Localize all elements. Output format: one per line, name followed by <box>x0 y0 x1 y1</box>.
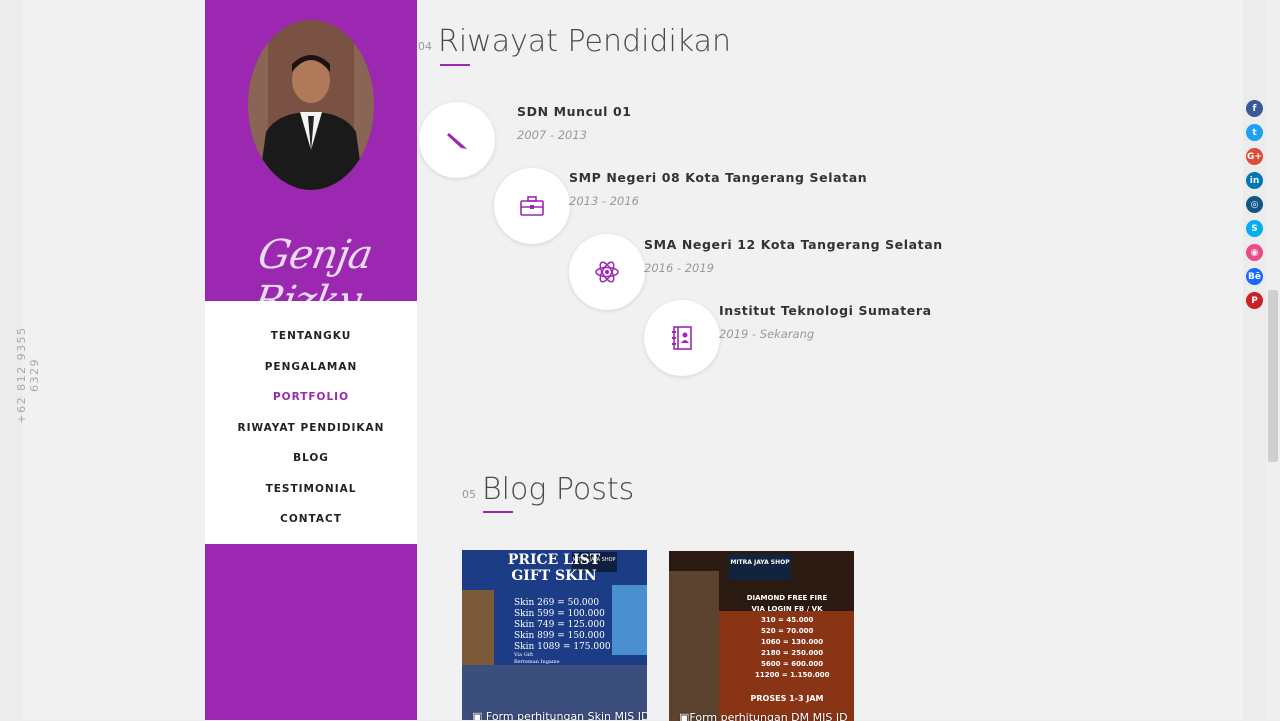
post-1-caption[interactable]: ▣ Form perhitungan Skin MIS ID <box>472 710 647 720</box>
edu-2-icon-circle <box>494 168 570 244</box>
post-1-footer-1: Via Gift <box>513 652 533 658</box>
google-plus-icon[interactable]: G+ <box>1246 148 1263 165</box>
edu-4-years: 2019 - Sekarang <box>719 327 815 341</box>
post-2-line-1: 310 = 45.000 <box>761 616 813 624</box>
education-title-underline <box>440 64 470 66</box>
edu-1-years: 2007 - 2013 <box>517 128 587 142</box>
post-2-line-4: 2180 = 250.000 <box>761 649 823 657</box>
edu-4-icon-circle <box>644 300 720 376</box>
post-2-image-title-1: DIAMOND FREE FIRE <box>747 594 828 602</box>
contact-book-icon <box>672 326 692 350</box>
post-1-line-3: Skin 749 = 125.000 <box>514 620 605 630</box>
edu-1-name: SDN Muncul 01 <box>517 104 632 119</box>
facebook-icon[interactable]: f <box>1246 100 1263 117</box>
education-heading: 04 Riwayat Pendidikan <box>418 24 732 66</box>
post-1-image-title-1: PRICE LIST <box>508 552 601 568</box>
blog-title-underline <box>483 511 513 513</box>
edu-3-years: 2016 - 2019 <box>644 261 714 275</box>
nav-item-pengalaman: PENGALAMAN <box>205 355 417 386</box>
blog-post-image: MITRA JAYA SHOP PRICE LIST GIFT SKIN Ski… <box>462 550 647 720</box>
twitter-icon[interactable]: t <box>1246 124 1263 141</box>
instagram-icon[interactable]: ◎ <box>1246 196 1263 213</box>
social-links: f t G+ in ◎ S ◉ Bē P <box>1246 100 1264 316</box>
edu-2-name: SMP Negeri 08 Kota Tangerang Selatan <box>569 170 868 185</box>
post-1-line-2: Skin 599 = 100.000 <box>514 609 605 619</box>
nav-item-tentangku: TENTANGKU <box>205 324 417 355</box>
post-2-badge: MITRA JAYA SHOP <box>730 559 790 566</box>
pencil-icon <box>447 133 467 149</box>
blog-post-card[interactable]: MITRA JAYA SHOP DIAMOND FREE FIRE VIA LO… <box>669 551 854 721</box>
edu-1-icon-circle <box>419 102 495 178</box>
linkedin-icon[interactable]: in <box>1246 172 1263 189</box>
blog-post-image: MITRA JAYA SHOP DIAMOND FREE FIRE VIA LO… <box>669 551 854 721</box>
edu-3-icon-circle <box>569 234 645 310</box>
education-title: Riwayat Pendidikan <box>438 24 732 59</box>
calendar-icon: ▣ <box>472 710 486 720</box>
post-1-line-5: Skin 1089 = 175.000 <box>514 642 611 652</box>
briefcase-icon <box>520 196 544 216</box>
nav-link-riwayat-pendidikan[interactable]: RIWAYAT PENDIDIKAN <box>238 422 385 434</box>
post-1-caption-text: Form perhitungan Skin MIS ID <box>485 710 647 720</box>
blog-section-number: 05 <box>462 488 476 501</box>
post-1-image-title-2: GIFT SKIN <box>511 568 597 584</box>
nav-link-contact[interactable]: CONTACT <box>280 513 342 525</box>
post-2-footer-1: PROSES 1-3 JAM <box>751 694 824 703</box>
edu-4-name: Institut Teknologi Sumatera <box>719 303 932 318</box>
post-2-line-3: 1060 = 130.000 <box>761 638 823 646</box>
education-section-number: 04 <box>418 40 432 53</box>
blog-post-card[interactable]: MITRA JAYA SHOP PRICE LIST GIFT SKIN Ski… <box>462 550 647 720</box>
nav-link-blog[interactable]: BLOG <box>293 452 329 464</box>
scrollbar-thumb[interactable] <box>1268 290 1278 462</box>
nav-item-riwayat-pendidikan: RIWAYAT PENDIDIKAN <box>205 416 417 447</box>
post-1-line-1: Skin 269 = 50.000 <box>514 598 599 608</box>
edu-2-years: 2013 - 2016 <box>569 194 639 208</box>
nav-link-portfolio[interactable]: PORTFOLIO <box>273 391 349 403</box>
post-2-line-2: 520 = 70.000 <box>761 627 813 635</box>
nav-link-tentangku[interactable]: TENTANGKU <box>271 330 351 342</box>
pinterest-icon[interactable]: P <box>1246 292 1263 309</box>
skype-icon[interactable]: S <box>1246 220 1263 237</box>
post-2-line-5: 5600 = 600.000 <box>761 660 823 668</box>
blog-title: Blog Posts <box>482 472 635 507</box>
sidebar: Genja Rizky TENTANGKU PENGALAMAN PORTFOL… <box>205 0 417 720</box>
post-1-line-4: Skin 899 = 150.000 <box>514 631 605 641</box>
post-2-line-6: 11200 = 1.150.000 <box>755 671 830 679</box>
edu-3-name: SMA Negeri 12 Kota Tangerang Selatan <box>644 237 943 252</box>
blog-heading: 05 Blog Posts <box>462 472 635 513</box>
dribbble-icon[interactable]: ◉ <box>1246 244 1263 261</box>
avatar <box>248 20 374 190</box>
avatar-photo <box>248 20 374 190</box>
nav-link-testimonial[interactable]: TESTIMONIAL <box>266 483 357 495</box>
nav-item-blog: BLOG <box>205 446 417 477</box>
behance-icon[interactable]: Bē <box>1246 268 1263 285</box>
nav-item-contact: CONTACT <box>205 507 417 538</box>
nav-item-portfolio: PORTFOLIO <box>205 385 417 416</box>
nav-link-pengalaman[interactable]: PENGALAMAN <box>265 361 358 373</box>
main-navigation: TENTANGKU PENGALAMAN PORTFOLIO RIWAYAT P… <box>205 301 417 544</box>
phone-number: +62 812 9355 6329 <box>15 326 41 424</box>
post-2-image-title-2: VIA LOGIN FB / VK <box>751 605 823 613</box>
atom-icon <box>595 261 619 283</box>
nav-item-testimonial: TESTIMONIAL <box>205 477 417 508</box>
post-1-footer-2: Berteman Ingame <box>514 659 560 665</box>
